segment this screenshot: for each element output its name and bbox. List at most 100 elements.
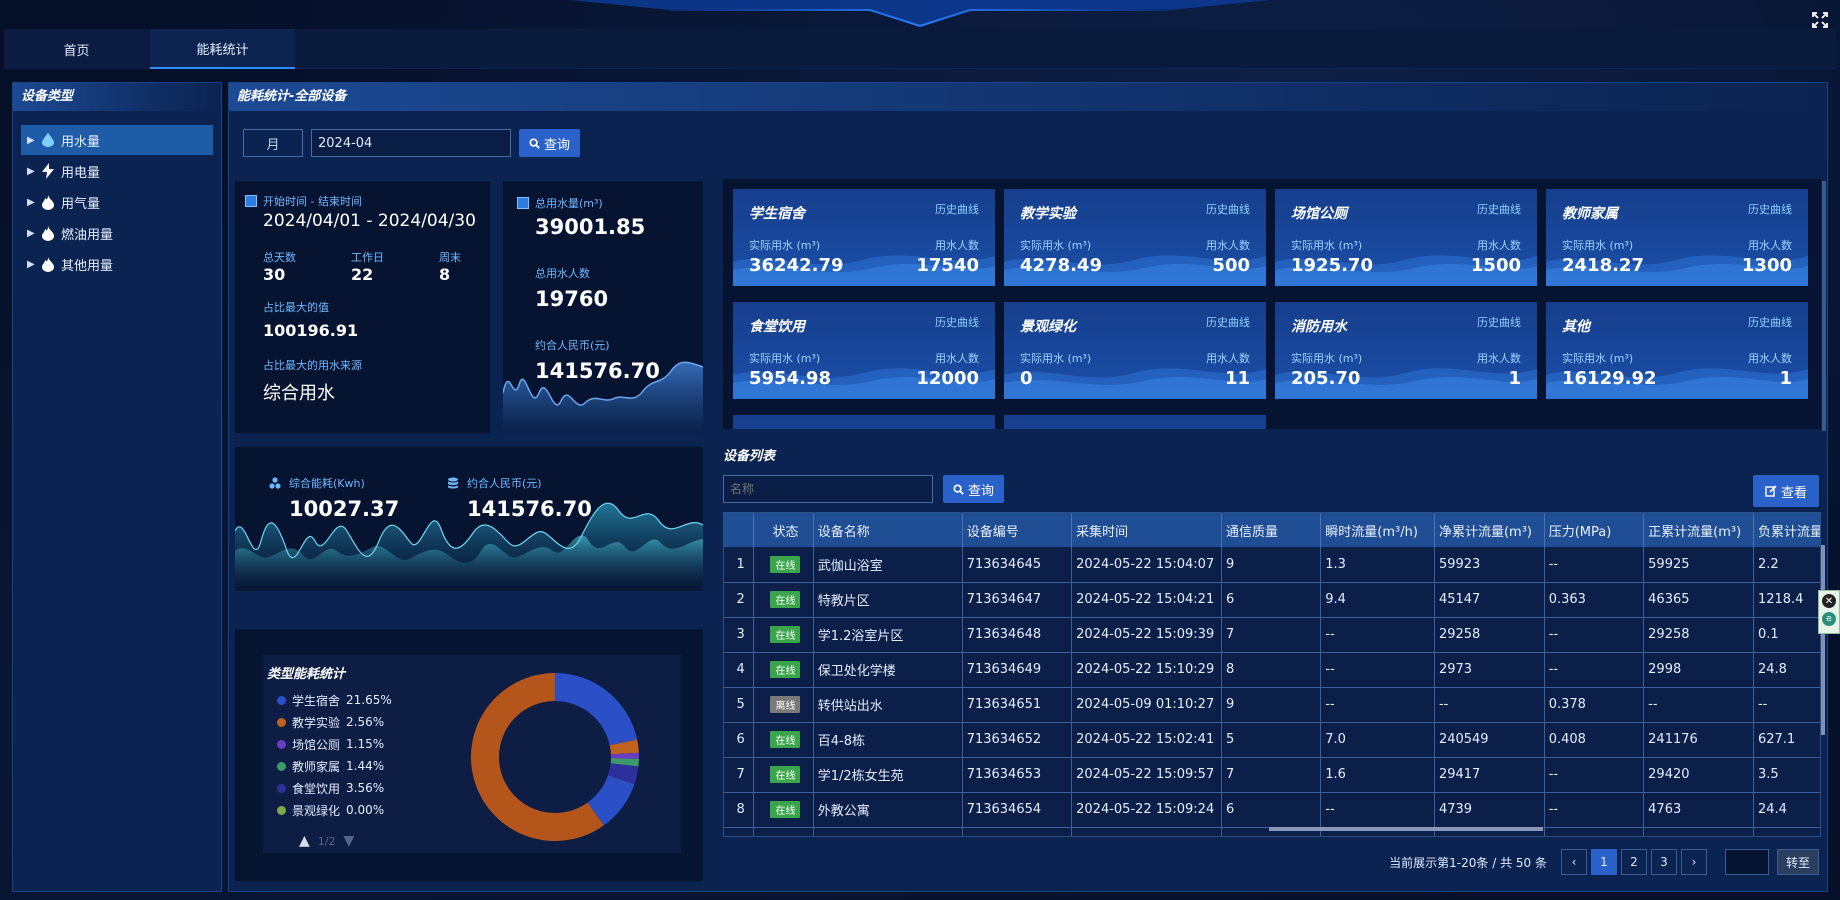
table-cell: 29258	[1643, 617, 1754, 653]
legend-item[interactable]: 食堂饮用 3.56%	[277, 777, 427, 799]
table-row[interactable]: 3 在线 学1.2浴室片区 713634648 2024-05-22 15:09:39 7…	[724, 617, 1820, 653]
next-page-button[interactable]: ›	[1680, 849, 1707, 875]
caret-right-icon[interactable]: ▶	[27, 259, 39, 270]
column-header[interactable]: 采集时间	[1071, 513, 1223, 547]
legend-item[interactable]: 场馆公厕 1.15%	[277, 733, 427, 755]
legend-dot	[277, 739, 286, 749]
page-2-button[interactable]: 2	[1620, 849, 1647, 875]
caret-right-icon[interactable]: ▶	[27, 135, 39, 146]
caret-right-icon[interactable]: ▶	[27, 228, 39, 239]
history-curve-link[interactable]: 历史曲线	[1748, 314, 1792, 330]
category-scrollbar[interactable]	[1822, 181, 1826, 431]
table-cell: 昭松楼	[813, 827, 963, 836]
history-curve-link[interactable]: 历史曲线	[1206, 201, 1250, 217]
table-row[interactable]: 2 在线 特教片区 713634647 2024-05-22 15:04:21 6 9.4 4…	[724, 582, 1820, 618]
column-header[interactable]: 压力(MPa)	[1544, 513, 1645, 547]
table-cell: 4763	[1643, 792, 1754, 828]
category-card[interactable]: 其他 历史曲线 实际用水 (m³) 用水人数 16129.92 1	[1546, 302, 1808, 399]
sidebar-item-fuel[interactable]: ▶ 燃油用量	[21, 218, 213, 248]
close-circle-icon[interactable]: ✕	[1822, 594, 1836, 608]
category-card[interactable]: 场馆公厕 历史曲线 实际用水 (m³) 用水人数 1925.70 1500	[1275, 189, 1537, 286]
caret-right-icon[interactable]: ▶	[27, 197, 39, 208]
device-table-container[interactable]: 状态 设备名称 设备编号 采集时间 通信质量 瞬时流量(m³/h) 净累计流量(m³) 压力(…	[723, 512, 1821, 837]
tab-home[interactable]: 首页	[4, 29, 149, 69]
history-curve-link[interactable]: 历史曲线	[935, 201, 979, 217]
table-cell: 在线	[753, 827, 814, 836]
category-card[interactable]: 食堂饮用 历史曲线 实际用水 (m³) 用水人数 5954.98 12000	[733, 302, 995, 399]
month-date-input[interactable]	[311, 129, 511, 157]
legend-item[interactable]: 景观绿化 0.00%	[277, 799, 427, 821]
table-row[interactable]: 5 离线 转供站出水 713634651 2024-05-09 01:10:27 9 -- -…	[724, 687, 1820, 723]
table-cell: 713634655	[962, 827, 1073, 836]
usage-label: 实际用水 (m³)	[1562, 352, 1634, 365]
legend-dot	[277, 695, 286, 705]
category-card[interactable]: 学生宿舍 历史曲线 实际用水 (m³) 用水人数 36242.79 17540	[733, 189, 995, 286]
legend-prev-icon[interactable]: ▲	[299, 833, 310, 849]
column-header[interactable]: 设备名称	[813, 513, 963, 547]
donut-slice[interactable]	[555, 673, 638, 746]
column-header[interactable]: 状态	[753, 513, 814, 547]
legend-item[interactable]: 教师家属 1.44%	[277, 755, 427, 777]
caret-right-icon[interactable]: ▶	[27, 166, 39, 177]
category-name: 消防用水	[1291, 319, 1347, 335]
column-header[interactable]: 通信质量	[1221, 513, 1322, 547]
page-1-button[interactable]: 1	[1590, 849, 1617, 875]
table-cell: 8	[1221, 652, 1322, 688]
category-card[interactable]: 消防用水 历史曲线 实际用水 (m³) 用水人数 205.70 1	[1275, 302, 1537, 399]
device-table: 状态 设备名称 设备编号 采集时间 通信质量 瞬时流量(m³/h) 净累计流量(m³) 压力(…	[724, 513, 1820, 836]
legend-item[interactable]: 教学实验 2.56%	[277, 711, 427, 733]
date-range-value: 2024/04/01 - 2024/04/30	[263, 211, 476, 231]
view-button[interactable]: 查看	[1752, 475, 1819, 507]
category-card[interactable]: 历史曲线	[1004, 415, 1266, 429]
table-h-scrollbar[interactable]	[1269, 827, 1543, 831]
legend-next-icon[interactable]: ▼	[343, 833, 354, 849]
table-row[interactable]: 8 在线 外教公寓 713634654 2024-05-22 15:09:24 6 -- 47…	[724, 792, 1820, 828]
column-header[interactable]	[724, 513, 755, 547]
device-query-button[interactable]: 查询	[943, 475, 1005, 503]
tab-energy-stats[interactable]: 能耗统计	[150, 29, 295, 69]
sidebar-item-gas[interactable]: ▶ 用气量	[21, 187, 213, 217]
column-header[interactable]: 正累计流量(m³)	[1643, 513, 1754, 547]
sidebar-item-electricity[interactable]: ▶ 用电量	[21, 156, 213, 186]
category-card[interactable]: 景观绿化 历史曲线 实际用水 (m³) 用水人数 0 11	[1004, 302, 1266, 399]
flame-icon	[39, 225, 57, 241]
history-curve-link[interactable]: 历史曲线	[1477, 314, 1521, 330]
extension-icon[interactable]: e	[1822, 612, 1836, 626]
table-row[interactable]: 4 在线 保卫处化学楼 713634649 2024-05-22 15:10:29 8 --…	[724, 652, 1820, 688]
history-curve-link[interactable]: 历史曲线	[1477, 201, 1521, 217]
legend-percent: 21.65%	[346, 693, 392, 707]
period-selector[interactable]: 月	[243, 129, 303, 157]
history-curve-link[interactable]: 历史曲线	[935, 427, 979, 429]
column-header[interactable]: 设备编号	[962, 513, 1073, 547]
sidebar-item-other[interactable]: ▶ 其他用量	[21, 249, 213, 279]
table-row[interactable]: 1 在线 武伽山浴室 713634645 2024-05-22 15:04:07 9 1.3…	[724, 547, 1820, 583]
query-button[interactable]: 查询	[519, 129, 581, 157]
page-3-button[interactable]: 3	[1650, 849, 1677, 875]
people-label: 用水人数	[935, 352, 979, 365]
history-curve-link[interactable]: 历史曲线	[935, 314, 979, 330]
category-name: 教学实验	[1020, 206, 1076, 222]
history-curve-link[interactable]: 历史曲线	[1748, 201, 1792, 217]
category-card[interactable]: 历史曲线	[733, 415, 995, 429]
device-name-input[interactable]	[723, 475, 933, 503]
table-cell: 6	[1221, 792, 1322, 828]
column-header[interactable]: 瞬时流量(m³/h)	[1320, 513, 1435, 547]
table-cell: 2024-05-22 15:10:29	[1071, 652, 1223, 688]
jump-page-input[interactable]	[1724, 849, 1769, 875]
go-to-page-button[interactable]: 转至	[1776, 849, 1819, 875]
table-v-scrollbar[interactable]	[1821, 545, 1825, 735]
category-name: 场馆公厕	[1291, 206, 1347, 222]
column-header[interactable]: 负累计流量(m	[1753, 513, 1820, 547]
fullscreen-icon[interactable]	[1812, 12, 1828, 28]
history-curve-link[interactable]: 历史曲线	[1206, 314, 1250, 330]
sidebar-item-water[interactable]: ▶ 用水量	[21, 125, 213, 155]
category-card[interactable]: 教学实验 历史曲线 实际用水 (m³) 用水人数 4278.49 500	[1004, 189, 1266, 286]
prev-page-button[interactable]: ‹	[1560, 849, 1587, 875]
legend-item[interactable]: 学生宿舍 21.65%	[277, 689, 427, 711]
history-curve-link[interactable]: 历史曲线	[1206, 427, 1250, 429]
category-card[interactable]: 教师家属 历史曲线 实际用水 (m³) 用水人数 2418.27 1300	[1546, 189, 1808, 286]
column-header[interactable]: 净累计流量(m³)	[1434, 513, 1545, 547]
table-row[interactable]: 6 在线 百4-8栋 713634652 2024-05-22 15:02:41 5 7.0…	[724, 722, 1820, 758]
table-cell: 在线	[753, 617, 814, 653]
table-row[interactable]: 7 在线 学1/2栋女生苑 713634653 2024-05-22 15:09:57 7…	[724, 757, 1820, 793]
